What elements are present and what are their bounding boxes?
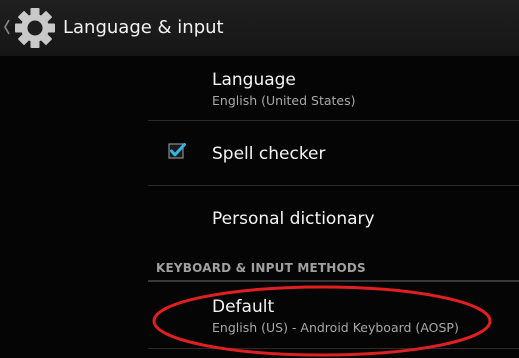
settings-gear-icon[interactable] [12, 5, 58, 51]
language-preference[interactable]: Language English (United States) [0, 56, 519, 120]
personal-dictionary-preference[interactable]: Personal dictionary [0, 186, 519, 250]
default-title: Default [212, 297, 275, 317]
language-title: Language [212, 70, 296, 90]
language-summary: English (United States) [212, 93, 356, 108]
page-title: Language & input [63, 17, 224, 38]
keyboard-input-methods-header: KEYBOARD & INPUT METHODS [156, 261, 366, 275]
divider [148, 348, 519, 349]
personal-dictionary-title: Personal dictionary [212, 209, 375, 229]
spell-checker-checkbox[interactable] [168, 142, 186, 160]
spell-checker-preference[interactable]: Spell checker [0, 121, 519, 185]
action-bar: Language & input [0, 0, 519, 56]
default-summary: English (US) - Android Keyboard (AOSP) [212, 320, 459, 335]
default-keyboard-preference[interactable]: Default English (US) - Android Keyboard … [0, 282, 519, 346]
chevron-left-icon[interactable] [2, 16, 12, 38]
spell-checker-title: Spell checker [212, 144, 326, 164]
